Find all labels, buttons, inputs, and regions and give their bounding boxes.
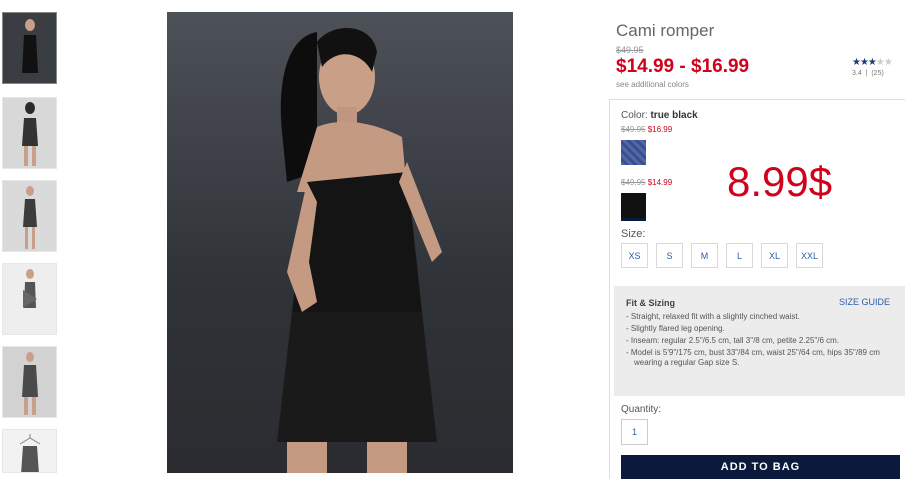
- size-button-s[interactable]: S: [656, 243, 683, 268]
- thumbnail-video[interactable]: [2, 263, 57, 335]
- fit-and-sizing-panel: Fit & Sizing SIZE GUIDE - Straight, rela…: [614, 286, 905, 396]
- thumbnail-5[interactable]: [2, 346, 57, 418]
- add-to-bag-button[interactable]: ADD TO BAG: [621, 455, 900, 479]
- swatch-now-price: $16.99: [647, 125, 673, 134]
- rating-value: 3.4: [852, 70, 862, 77]
- color-label-text: Color:: [621, 110, 648, 121]
- model-photo: [277, 28, 442, 473]
- play-icon: [22, 290, 37, 308]
- size-button-m[interactable]: M: [691, 243, 718, 268]
- size-button-l[interactable]: L: [726, 243, 753, 268]
- swatch-price: $49.95 $16.99: [621, 125, 672, 134]
- thumbnail-3[interactable]: [2, 180, 57, 252]
- see-additional-colors-link[interactable]: see additional colors: [616, 80, 689, 89]
- list-item: - Slightly flared leg opening.: [626, 324, 725, 333]
- star-rating-icons: ★★★★★: [852, 57, 893, 68]
- model-figure: [21, 19, 38, 73]
- sale-price-range: $14.99 - $16.99: [616, 56, 750, 77]
- size-button-xs[interactable]: XS: [621, 243, 648, 268]
- model-figure: [21, 352, 38, 415]
- thumbnail-2[interactable]: [2, 97, 57, 169]
- overlay-price: 8.99$: [727, 158, 833, 205]
- color-swatch-true-black[interactable]: [621, 193, 646, 221]
- hanger-figure: [19, 434, 40, 472]
- rating-meta: 3.4 | (25): [852, 70, 884, 77]
- swatch-now-price: $14.99: [647, 178, 673, 187]
- panel-divider: [609, 99, 905, 100]
- quantity-label: Quantity:: [621, 404, 662, 415]
- color-label: Color: true black: [621, 110, 698, 121]
- size-button-xxl[interactable]: XXL: [796, 243, 823, 268]
- size-label: Size:: [621, 228, 646, 240]
- main-product-image: [167, 12, 513, 473]
- original-price: $49.95: [616, 45, 644, 55]
- size-guide-link[interactable]: SIZE GUIDE: [839, 297, 890, 307]
- thumbnail-6[interactable]: [2, 429, 57, 473]
- fit-sizing-title: Fit & Sizing: [626, 298, 675, 308]
- product-rating[interactable]: ★★★★★ 3.4 | (25): [852, 57, 893, 77]
- size-button-xl[interactable]: XL: [761, 243, 788, 268]
- swatch-was-price: $49.95: [621, 125, 646, 134]
- model-figure: [22, 186, 37, 249]
- swatch-price: $49.95 $14.99: [621, 178, 672, 187]
- list-item: - Straight, relaxed fit with a slightly …: [626, 312, 800, 321]
- list-item: - Inseam: regular 2.5"/6.5 cm, tall 3"/8…: [626, 336, 840, 345]
- list-item: - Model is 5'9"/175 cm, bust 33"/84 cm, …: [626, 348, 880, 367]
- thumbnail-1[interactable]: [2, 12, 57, 84]
- color-swatch-blue[interactable]: [621, 140, 646, 165]
- product-title: Cami romper: [616, 21, 715, 40]
- panel-divider: [609, 99, 610, 479]
- review-count: (25): [871, 70, 884, 77]
- selected-color: true black: [650, 110, 698, 121]
- quantity-input[interactable]: 1: [621, 419, 648, 445]
- swatch-was-price: $49.95: [621, 178, 646, 187]
- fit-details-list: - Straight, relaxed fit with a slightly …: [626, 312, 896, 370]
- model-figure: [21, 102, 38, 166]
